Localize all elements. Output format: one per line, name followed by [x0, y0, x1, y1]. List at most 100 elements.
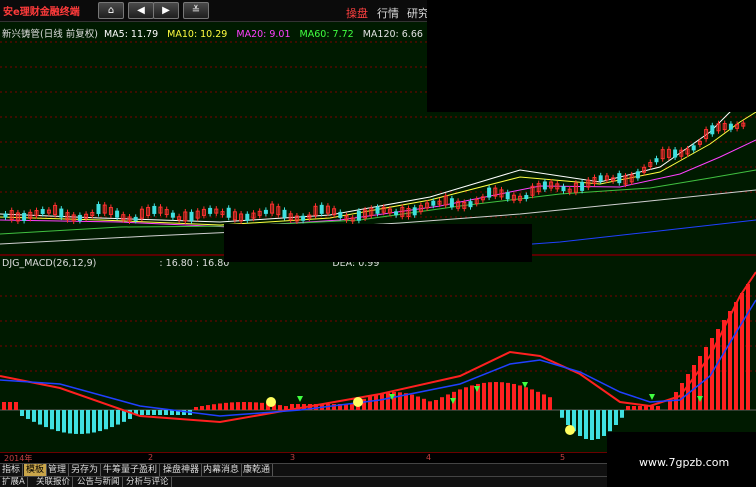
ma120-label: MA120: 6.66 [362, 29, 423, 40]
macd-plot [0, 271, 756, 440]
macd-bar [536, 391, 540, 410]
candle-body [468, 201, 473, 208]
candle-body [152, 205, 157, 214]
macd-bar [56, 410, 60, 432]
candle-body [728, 123, 733, 130]
macd-bar [32, 410, 36, 422]
forward-button[interactable]: ▶ [153, 2, 179, 19]
macd-bar [218, 403, 222, 410]
black-mask-top [427, 0, 756, 112]
candle-body [170, 212, 175, 218]
home-button[interactable]: ⌂ [98, 2, 124, 19]
macd-bar [26, 410, 30, 419]
tab-lingcunwei[interactable]: 另存为 [69, 464, 102, 476]
ma10-label: MA10: 10.29 [167, 29, 228, 40]
back-arrow-icon: ◀ [137, 5, 145, 16]
macd-bar [740, 293, 744, 410]
macd-bar [212, 404, 216, 410]
macd-bar [230, 402, 234, 410]
macd-bar [488, 382, 492, 410]
smiley-icon [565, 425, 575, 435]
macd-bar [380, 393, 384, 410]
macd-bar [512, 383, 516, 410]
macd-title: DJG_MACD(26,12,9) [2, 258, 97, 269]
tab-zhibiao[interactable]: 指标 [0, 464, 24, 476]
stock-title: 新兴铸管(日线 前复权) [2, 29, 98, 40]
macd-bar [38, 410, 42, 425]
macd-bar [626, 406, 630, 410]
macd-bar [140, 410, 144, 415]
macd-bar [542, 394, 546, 410]
date-label: 4 [426, 453, 432, 462]
macd-bar [446, 394, 450, 410]
menu-caopan[interactable]: 操盘 [346, 5, 368, 21]
candle-body [431, 200, 436, 206]
macd-bar [632, 406, 636, 410]
macd-bar [416, 396, 420, 410]
candle-body [580, 181, 585, 191]
tab-moban[interactable]: 模板 [24, 464, 48, 476]
candle-body [598, 175, 603, 182]
candle-body [710, 125, 715, 135]
candle-body [245, 213, 250, 221]
candle-body [542, 181, 547, 190]
candle-body [133, 216, 138, 221]
macd-bar [482, 382, 486, 410]
macd-bar [254, 402, 258, 410]
macd-bar [656, 406, 660, 410]
date-label: 5 [560, 453, 566, 462]
tab-guanlianbaojia[interactable]: 关联报价 [34, 477, 74, 487]
buy-signal-arrow [697, 396, 703, 402]
ma60-label: MA60: 7.72 [299, 29, 354, 40]
tab-kuozhan[interactable]: 扩展A [0, 477, 28, 487]
back-button[interactable]: ◀ [128, 2, 154, 19]
home-icon: ⌂ [107, 5, 115, 16]
macd-bar [260, 402, 264, 410]
candle-body [449, 198, 454, 208]
macd-bar [86, 410, 90, 434]
forward-arrow-icon: ▶ [162, 5, 170, 16]
double-chevron-down-icon: ≚ [191, 5, 201, 16]
tab-guanli[interactable]: 管理 [46, 464, 70, 476]
menu-yanjiu[interactable]: 研究 [407, 5, 429, 21]
macd-bar [464, 387, 468, 410]
smiley-icon [266, 397, 276, 407]
macd-value-1: : 16.80 [159, 258, 193, 269]
candle-body [561, 186, 566, 192]
candle-body [412, 207, 417, 216]
macd-bar [68, 410, 72, 434]
macd-bar [350, 404, 354, 410]
tab-fenxi[interactable]: 分析与评论 [124, 477, 172, 487]
macd-chart[interactable]: DJG_MACD(26,12,9) : 16.80 : 16.80 DEA: 0… [0, 256, 756, 452]
candle-body [59, 208, 64, 218]
tab-neimuxiaoxi[interactable]: 内幕消息 [201, 464, 243, 476]
macd-bar [50, 410, 54, 430]
collapse-button[interactable]: ≚ [183, 2, 209, 19]
candle-body [301, 215, 306, 221]
kline-legend: 新兴铸管(日线 前复权) MA5: 11.79 MA10: 10.29 MA20: 9… [2, 26, 429, 40]
macd-bar [152, 410, 156, 415]
macd-bar [200, 406, 204, 410]
candle-body [189, 211, 194, 221]
macd-bar [194, 407, 198, 410]
macd-bar [596, 410, 600, 439]
candle-body [617, 173, 622, 184]
macd-bar [608, 410, 612, 432]
tab-niuchou[interactable]: 牛筹量子盈利 [101, 464, 161, 476]
macd-bar [2, 402, 6, 410]
macd-bar [728, 311, 732, 410]
macd-bar [164, 410, 168, 415]
macd-bar [470, 385, 474, 410]
menu-hangqing[interactable]: 行情 [377, 5, 399, 21]
candle-body [654, 158, 659, 163]
tab-caopanshenqi[interactable]: 操盘神器 [161, 464, 203, 476]
macd-bar [518, 385, 522, 410]
tab-kangqiantong[interactable]: 康乾通 [241, 464, 274, 476]
macd-bar [722, 320, 726, 410]
candle-body [282, 209, 287, 218]
tab-gonggao[interactable]: 公告与新闻 [75, 477, 123, 487]
macd-bar [614, 410, 618, 425]
macd-bar [278, 405, 282, 410]
candle-body [635, 171, 640, 179]
macd-bar [44, 410, 48, 428]
